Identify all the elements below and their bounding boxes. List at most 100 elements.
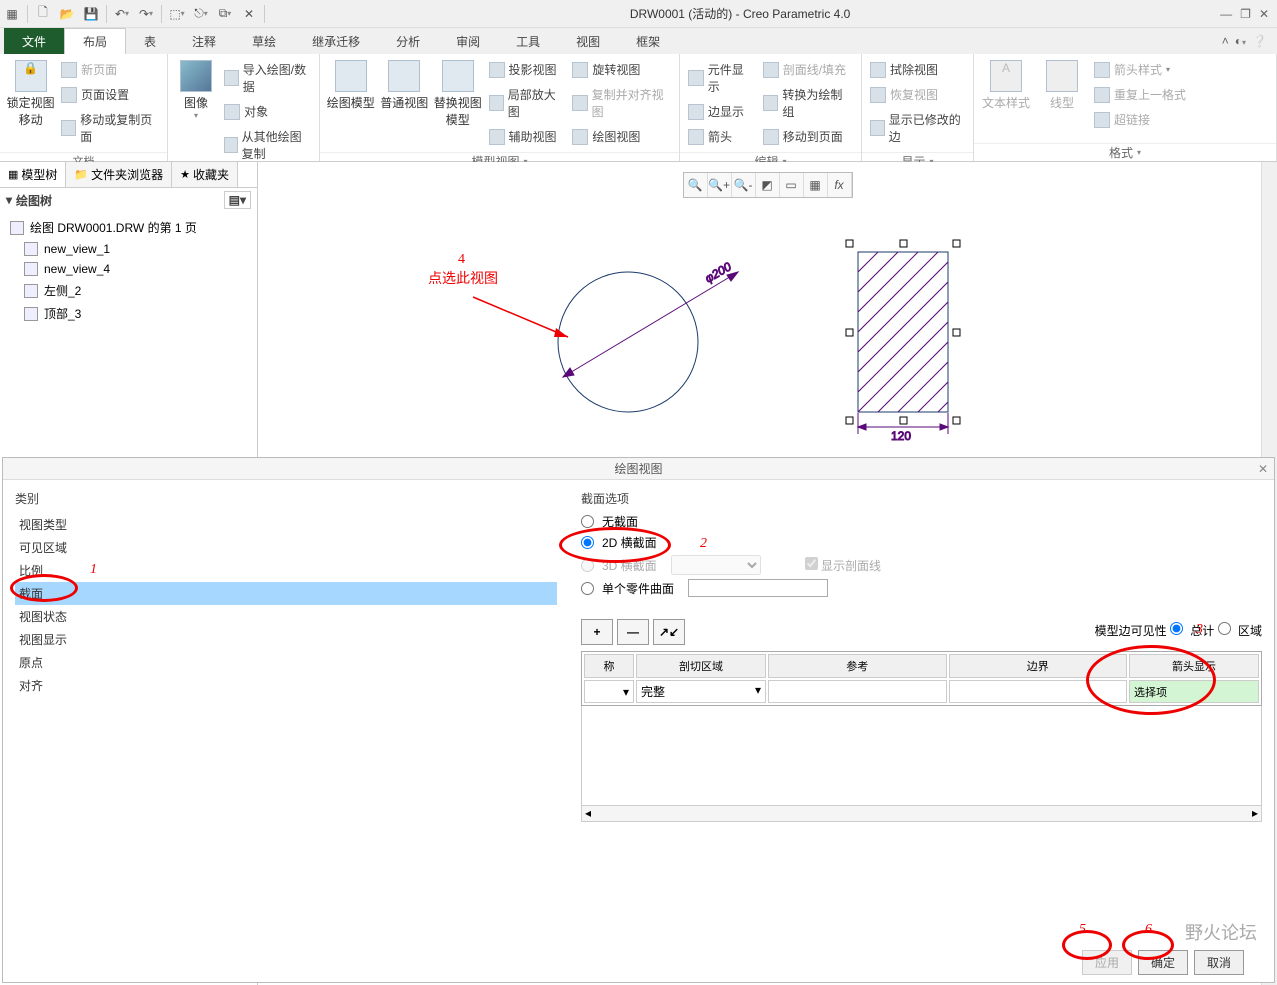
replace-view-button[interactable]: 替换视图 模型 xyxy=(431,58,485,130)
tab-analysis[interactable]: 分析 xyxy=(378,28,438,54)
comp-display-button[interactable]: 元件显示 xyxy=(684,58,759,98)
cat-view-display[interactable]: 视图显示 xyxy=(15,628,557,651)
new-icon[interactable]: 🗋 xyxy=(32,3,54,25)
tree-item[interactable]: 顶部_3 xyxy=(44,305,81,322)
dialog-close-button[interactable]: ✕ xyxy=(1258,458,1268,480)
drawing-model-button[interactable]: 绘图模型 xyxy=(324,58,378,113)
apply-button[interactable]: 应用 xyxy=(1082,950,1132,975)
page-setup-button[interactable]: 页面设置 xyxy=(57,83,163,106)
aux-view-button[interactable]: 辅助视图 xyxy=(485,125,569,148)
close-icon[interactable]: ✕ xyxy=(1259,7,1269,21)
single-part-input[interactable] xyxy=(688,579,828,597)
close-win-icon[interactable]: ✕ xyxy=(238,3,260,25)
repeat-format-button[interactable]: 重复上一格式 xyxy=(1090,83,1190,106)
move-copy-page-button[interactable]: 移动或复制页面 xyxy=(57,108,163,148)
copy-align-button[interactable]: 复制并对齐视图 xyxy=(568,83,675,123)
select-icon[interactable]: ⬚▾ xyxy=(166,3,188,25)
tab-frame[interactable]: 框架 xyxy=(618,28,678,54)
tab-layout[interactable]: 布局 xyxy=(64,28,126,54)
table-row[interactable]: ▾ 完整▾ 选择项 xyxy=(584,680,1259,703)
object-button[interactable]: 对象 xyxy=(220,100,315,123)
windows-icon[interactable]: ⧉▾ xyxy=(214,3,236,25)
import-drawing-button[interactable]: 导入绘图/数据 xyxy=(220,58,315,98)
arrows-button[interactable]: 箭头 xyxy=(684,125,759,148)
minimize-icon[interactable]: — xyxy=(1220,7,1232,21)
ok-button[interactable]: 确定 xyxy=(1138,950,1188,975)
tree-root[interactable]: 绘图 DRW0001.DRW 的第 1 页 xyxy=(30,219,197,236)
erase-view-button[interactable]: 拭除视图 xyxy=(866,58,969,81)
section-options-label: 截面选项 xyxy=(581,490,1262,507)
tab-annotate[interactable]: 注释 xyxy=(174,28,234,54)
undo-icon[interactable]: ↶▾ xyxy=(111,3,133,25)
move-to-page-button[interactable]: 移动到页面 xyxy=(759,125,857,148)
tab-sketch[interactable]: 草绘 xyxy=(234,28,294,54)
edge-display-button[interactable]: 边显示 xyxy=(684,100,759,123)
save-icon[interactable]: 💾 xyxy=(80,3,102,25)
cancel-button[interactable]: 取消 xyxy=(1194,950,1244,975)
tree-item[interactable]: new_view_1 xyxy=(44,242,110,256)
show-modified-button[interactable]: 显示已修改的边 xyxy=(866,108,969,148)
radio-2d-section[interactable] xyxy=(581,536,594,549)
open-icon[interactable]: 📂 xyxy=(56,3,78,25)
cat-section[interactable]: 截面 xyxy=(15,582,557,605)
3d-section-select xyxy=(671,555,761,575)
settings-icon[interactable]: ◐▾ xyxy=(1235,34,1246,48)
hyperlink-button[interactable]: 超链接 xyxy=(1090,108,1190,131)
regen-icon[interactable]: ⎋▾ xyxy=(190,3,212,25)
new-page-button[interactable]: 新页面 xyxy=(57,58,163,81)
tree-item[interactable]: new_view_4 xyxy=(44,262,110,276)
tab-view[interactable]: 视图 xyxy=(558,28,618,54)
tab-folder-browser[interactable]: 📁 文件夹浏览器 xyxy=(66,162,172,187)
annotation-number-6: 6 xyxy=(1145,922,1152,938)
app-icon: ▦ xyxy=(1,3,23,25)
lock-view-button[interactable]: 🔒锁定视图 移动 xyxy=(4,58,57,130)
help-icon[interactable]: ❔ xyxy=(1252,34,1267,48)
collapse-ribbon-icon[interactable]: ˄ xyxy=(1222,34,1229,48)
remove-section-button[interactable]: — xyxy=(617,619,649,645)
line-style-button[interactable]: 线型 xyxy=(1034,58,1090,113)
tab-table[interactable]: 表 xyxy=(126,28,174,54)
copy-from-drawing-button[interactable]: 从其他绘图复制 xyxy=(220,125,315,165)
annotation-text: 点选此视图 xyxy=(428,271,498,287)
arrow-style-button[interactable]: 箭头样式▾ xyxy=(1090,58,1190,81)
general-view-button[interactable]: 普通视图 xyxy=(378,58,432,113)
cat-view-state[interactable]: 视图状态 xyxy=(15,605,557,628)
flip-section-button[interactable]: ↗↙ xyxy=(653,619,685,645)
show-hatch-checkbox xyxy=(805,557,818,570)
radio-no-section[interactable] xyxy=(581,515,594,528)
convert-draft-button[interactable]: 转换为绘制组 xyxy=(759,83,857,123)
cat-origin[interactable]: 原点 xyxy=(15,651,557,674)
category-list: 视图类型 可见区域 比例 截面 视图状态 视图显示 原点 对齐 xyxy=(15,513,557,697)
cat-view-type[interactable]: 视图类型 xyxy=(15,513,557,536)
image-button[interactable]: 图像▾ xyxy=(172,58,220,122)
cat-visible-area[interactable]: 可见区域 xyxy=(15,536,557,559)
radio-vis-area[interactable] xyxy=(1218,622,1231,635)
ribbon: 🔒锁定视图 移动 新页面 页面设置 移动或复制页面 文档 图像▾ 导入绘图/数据… xyxy=(0,54,1277,162)
radio-single-part[interactable] xyxy=(581,582,594,595)
cat-align[interactable]: 对齐 xyxy=(15,674,557,697)
text-style-button[interactable]: A文本样式 xyxy=(978,58,1034,113)
arrow-display-cell[interactable]: 选择项 xyxy=(1129,680,1259,703)
maximize-icon[interactable]: ❐ xyxy=(1240,7,1251,21)
tab-model-tree[interactable]: ▦ 模型树 xyxy=(0,162,66,187)
projection-view-button[interactable]: 投影视图 xyxy=(485,58,569,81)
hatch-fill-button[interactable]: 剖面线/填充 xyxy=(759,58,857,81)
tab-review[interactable]: 审阅 xyxy=(438,28,498,54)
drawing-view-button[interactable]: 绘图视图 xyxy=(568,125,675,148)
dimension-phi200: φ200 xyxy=(703,259,734,285)
rotate-view-button[interactable]: 旋转视图 xyxy=(568,58,675,81)
dialog-title: 绘图视图 xyxy=(614,462,662,476)
redo-icon[interactable]: ↷▾ xyxy=(135,3,157,25)
tab-favorites[interactable]: ★ 收藏夹 xyxy=(172,162,238,187)
resume-view-button[interactable]: 恢复视图 xyxy=(866,83,969,106)
tab-tools[interactable]: 工具 xyxy=(498,28,558,54)
tab-inherit[interactable]: 继承迁移 xyxy=(294,28,378,54)
tab-file[interactable]: 文件 xyxy=(4,28,64,54)
radio-vis-total[interactable] xyxy=(1170,622,1183,635)
annotation-number-4: 4 xyxy=(458,252,465,267)
detail-view-button[interactable]: 局部放大图 xyxy=(485,83,569,123)
dimension-120: 120 xyxy=(891,429,911,443)
tree-item[interactable]: 左侧_2 xyxy=(44,282,81,299)
add-section-button[interactable]: + xyxy=(581,619,613,645)
drawing-view-dialog: 绘图视图✕ 类别 视图类型 可见区域 比例 截面 视图状态 视图显示 原点 对齐… xyxy=(2,457,1275,983)
